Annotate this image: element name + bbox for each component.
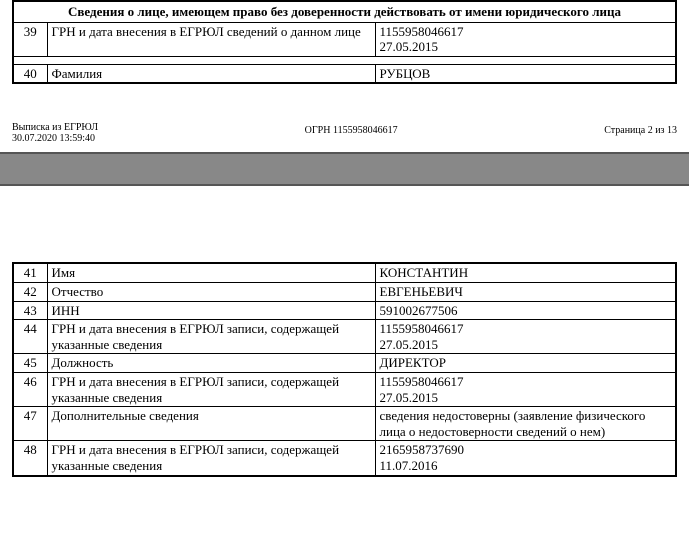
egrul-table-page2: 41 Имя КОНСТАНТИН 42 Отчество ЕВГЕНЬЕВИЧ…	[12, 262, 677, 476]
table-row: 46 ГРН и дата внесения в ЕГРЮЛ записи, с…	[13, 372, 676, 406]
row-value: ДИРЕКТОР	[375, 354, 676, 373]
row-value: 115595804661727.05.2015	[375, 22, 676, 56]
footer-ogrn: ОГРН 1155958046617	[305, 122, 398, 136]
page-footer: Выписка из ЕГРЮЛ 30.07.2020 13:59:40 ОГР…	[0, 84, 689, 152]
table-row: 47 Дополнительные сведения сведения недо…	[13, 407, 676, 441]
row-value: РУБЦОВ	[375, 64, 676, 83]
row-value: 115595804661727.05.2015	[375, 320, 676, 354]
row-value: КОНСТАНТИН	[375, 263, 676, 282]
row-number: 44	[13, 320, 47, 354]
row-number: 47	[13, 407, 47, 441]
table-row: 39 ГРН и дата внесения в ЕГРЮЛ сведений …	[13, 22, 676, 56]
row-label: Имя	[47, 263, 375, 282]
page-break	[0, 152, 689, 186]
row-number: 40	[13, 64, 47, 83]
footer-page-number: Страница 2 из 13	[604, 122, 677, 136]
row-label: ГРН и дата внесения в ЕГРЮЛ записи, соде…	[47, 320, 375, 354]
table-row: 43 ИНН 591002677506	[13, 301, 676, 320]
table-row: 41 Имя КОНСТАНТИН	[13, 263, 676, 282]
spacer-row	[13, 56, 676, 64]
table-row: 42 Отчество ЕВГЕНЬЕВИЧ	[13, 282, 676, 301]
row-number: 42	[13, 282, 47, 301]
row-label: ГРН и дата внесения в ЕГРЮЛ записи, соде…	[47, 441, 375, 476]
row-label: ИНН	[47, 301, 375, 320]
row-number: 43	[13, 301, 47, 320]
egrul-table-page1: Сведения о лице, имеющем право без довер…	[12, 0, 677, 84]
row-label: Должность	[47, 354, 375, 373]
row-label: ГРН и дата внесения в ЕГРЮЛ записи, соде…	[47, 372, 375, 406]
table-row: 44 ГРН и дата внесения в ЕГРЮЛ записи, с…	[13, 320, 676, 354]
row-label: ГРН и дата внесения в ЕГРЮЛ сведений о д…	[47, 22, 375, 56]
row-number: 39	[13, 22, 47, 56]
row-value: 216595873769011.07.2016	[375, 441, 676, 476]
row-label: Фамилия	[47, 64, 375, 83]
row-label: Отчество	[47, 282, 375, 301]
table-row: 45 Должность ДИРЕКТОР	[13, 354, 676, 373]
row-number: 46	[13, 372, 47, 406]
row-value: сведения недостоверны (заявление физичес…	[375, 407, 676, 441]
row-number: 45	[13, 354, 47, 373]
row-value: 115595804661727.05.2015	[375, 372, 676, 406]
row-label: Дополнительные сведения	[47, 407, 375, 441]
row-value: ЕВГЕНЬЕВИЧ	[375, 282, 676, 301]
row-value: 591002677506	[375, 301, 676, 320]
table-row: 40 Фамилия РУБЦОВ	[13, 64, 676, 83]
table-row: 48 ГРН и дата внесения в ЕГРЮЛ записи, с…	[13, 441, 676, 476]
row-number: 48	[13, 441, 47, 476]
footer-source: Выписка из ЕГРЮЛ	[12, 122, 98, 133]
footer-timestamp: 30.07.2020 13:59:40	[12, 133, 98, 144]
row-number: 41	[13, 263, 47, 282]
section-header: Сведения о лице, имеющем право без довер…	[13, 1, 676, 22]
